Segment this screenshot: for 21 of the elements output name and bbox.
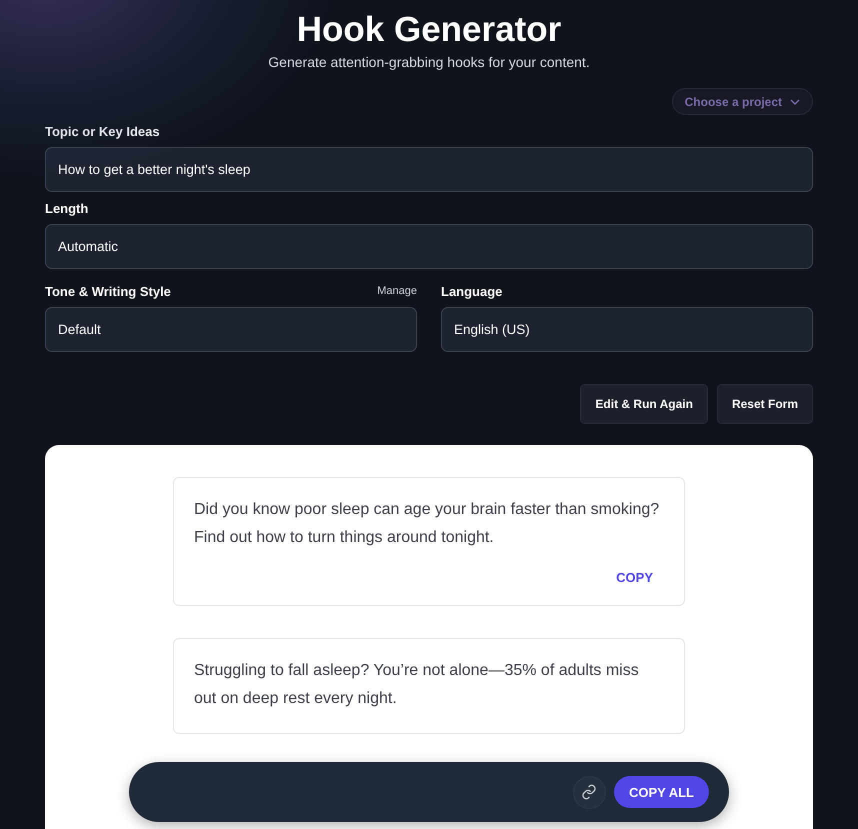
field-label: Topic or Key Ideas — [45, 124, 160, 138]
action-button[interactable]: Edit & Run Again — [580, 384, 708, 424]
link-button[interactable] — [572, 776, 606, 808]
field-label: Length — [45, 200, 88, 216]
chevron-down-icon — [790, 98, 800, 104]
input-field[interactable]: Automatic — [45, 224, 813, 269]
manage-link[interactable]: Manage — [377, 285, 417, 297]
input-field[interactable]: Default — [45, 307, 417, 352]
hook-text: Did you know poor sleep can age your brain faster than smoking? Find out how to turn things around tonight. — [194, 500, 660, 548]
page-title: Hook Generator — [296, 9, 562, 50]
copy-button[interactable]: COPY — [605, 570, 664, 585]
field-label: Tone & Writing Style — [45, 284, 171, 298]
project-dropdown[interactable]: Choose a project — [672, 88, 813, 115]
action-button[interactable]: Reset Form — [716, 384, 813, 424]
copy-all-button[interactable]: COPY ALL — [614, 776, 709, 808]
input-field[interactable]: English (US) — [441, 307, 813, 352]
field-label: Language — [441, 284, 502, 298]
input-field[interactable]: How to get a better night's sleep — [45, 147, 813, 192]
link-icon — [581, 784, 598, 800]
hook-text: Struggling to fall asleep? You’re not alone—35% of adults miss out on deep rest every night. — [194, 661, 640, 709]
page-subtitle: Generate attention-grabbing hooks for your content. — [267, 54, 591, 70]
